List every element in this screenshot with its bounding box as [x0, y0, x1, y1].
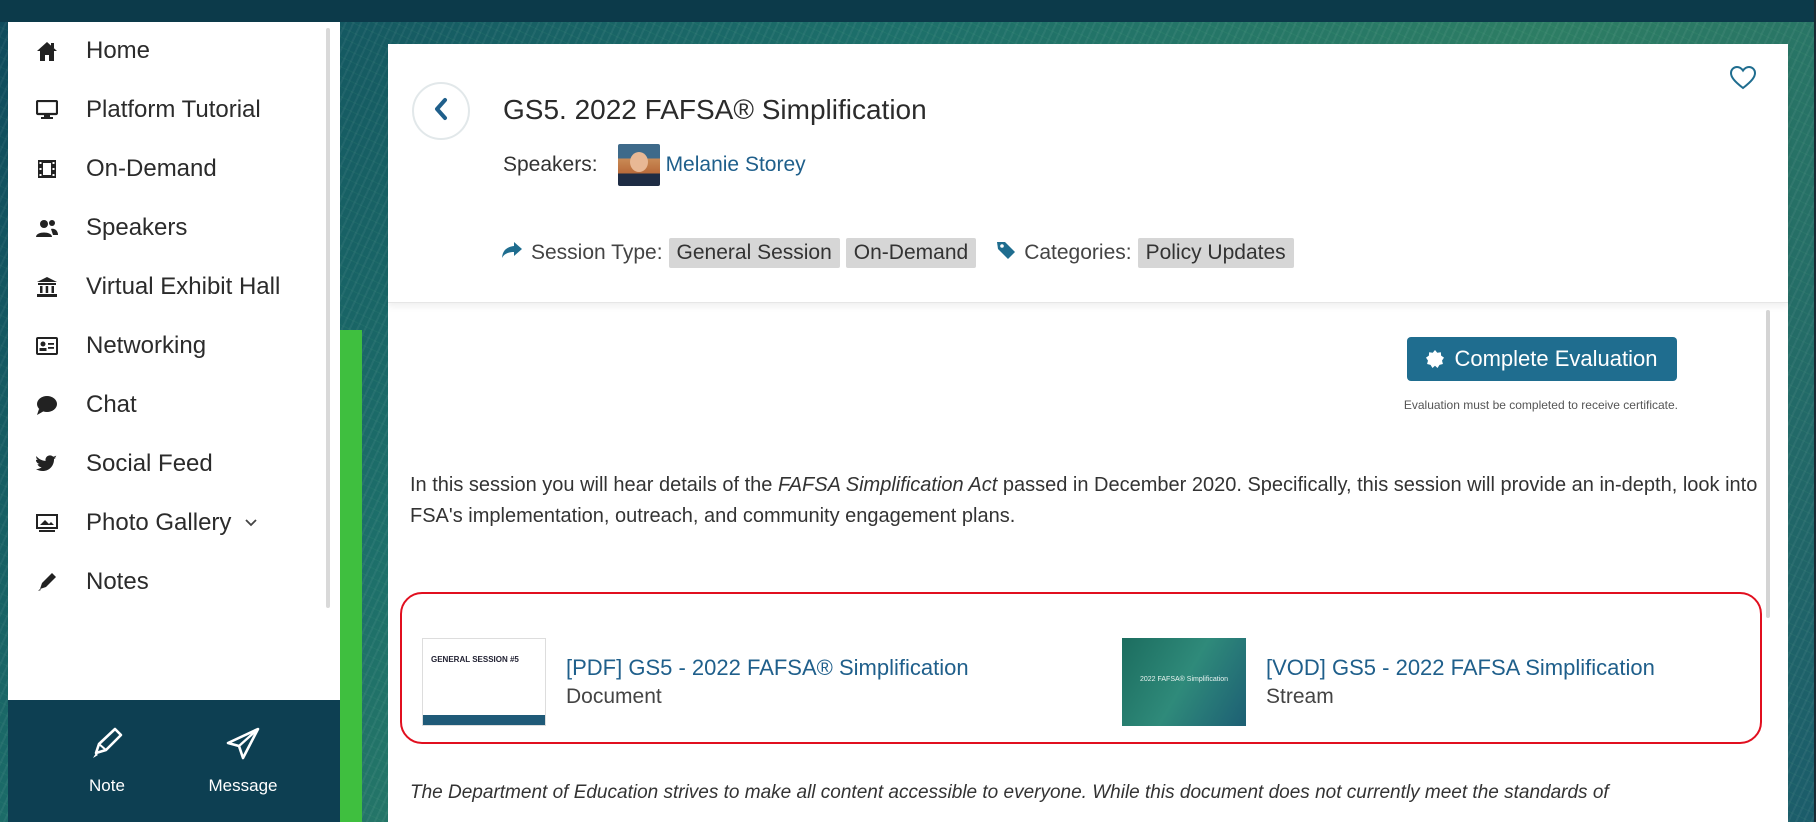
badge-seal-icon: [1426, 350, 1445, 368]
video-thumbnail: 2022 FAFSA® Simplification: [1122, 638, 1246, 726]
pdf-thumbnail: GENERAL SESSION #5: [422, 638, 546, 726]
sidebar-quick-actions: Note Message: [8, 700, 340, 822]
sidebar-item-label: Virtual Exhibit Hall: [86, 273, 281, 300]
session-header: GS5. 2022 FAFSA® Simplification Speakers…: [388, 44, 1788, 303]
photo-icon: [32, 513, 62, 533]
sidebar-item-label: Speakers: [86, 214, 188, 241]
home-icon: [32, 40, 62, 62]
pdf-thumbnail-text: GENERAL SESSION #5: [431, 655, 519, 664]
monitor-icon: [32, 100, 62, 120]
sidebar-item-on-demand[interactable]: On-Demand: [8, 140, 328, 198]
film-icon: [32, 159, 62, 179]
resource-title[interactable]: [PDF] GS5 - 2022 FAFSA® Simplification: [566, 655, 969, 681]
video-thumbnail-text: 2022 FAFSA® Simplification: [1139, 676, 1229, 683]
sidebar-item-label: Social Feed: [86, 450, 213, 477]
act-name: FAFSA Simplification Act: [777, 474, 998, 496]
sidebar-item-virtual-exhibit-hall[interactable]: Virtual Exhibit Hall: [8, 258, 328, 316]
resource-vod[interactable]: 2022 FAFSA® Simplification [VOD] GS5 - 2…: [1122, 638, 1655, 726]
back-button[interactable]: [412, 82, 470, 140]
sidebar-item-photo-gallery[interactable]: Photo Gallery: [8, 494, 328, 552]
pencil-icon: [32, 572, 62, 592]
sidebar: Home Platform Tutorial On-Demand Speaker…: [8, 22, 340, 822]
note-button[interactable]: Note: [42, 700, 172, 822]
session-card: GS5. 2022 FAFSA® Simplification Speakers…: [388, 44, 1788, 822]
description-text: In this session you will hear details of…: [410, 474, 778, 496]
resource-type: Document: [566, 685, 662, 708]
session-meta: Session Type: General Session On-Demand …: [501, 238, 1294, 268]
share-arrow-icon: [501, 241, 523, 265]
content-scrollbar[interactable]: [1766, 310, 1770, 618]
favorite-heart-icon[interactable]: [1729, 65, 1757, 95]
speaker-avatar[interactable]: [617, 144, 660, 186]
sidebar-item-label: Chat: [86, 391, 137, 418]
sidebar-item-label: On-Demand: [86, 155, 217, 182]
paper-plane-icon: [225, 727, 261, 766]
resource-title[interactable]: [VOD] GS5 - 2022 FAFSA Simplification: [1266, 655, 1655, 681]
sidebar-item-speakers[interactable]: Speakers: [8, 199, 328, 257]
tag-icon: [996, 240, 1016, 266]
sidebar-item-notes[interactable]: Notes: [8, 553, 328, 611]
evaluation-button-label: Complete Evaluation: [1454, 346, 1658, 371]
chevron-left-icon: [433, 97, 449, 126]
sidebar-item-social-feed[interactable]: Social Feed: [8, 435, 328, 493]
top-bar: [0, 0, 1816, 22]
sidebar-item-label: Home: [86, 37, 151, 64]
session-type-tag[interactable]: On-Demand: [845, 238, 977, 268]
bank-icon: [32, 276, 62, 298]
sidebar-item-label: Platform Tutorial: [86, 96, 261, 123]
sidebar-item-home[interactable]: Home: [8, 22, 328, 80]
complete-evaluation-button[interactable]: Complete Evaluation: [1407, 337, 1677, 381]
speakers-label: Speakers:: [503, 153, 598, 176]
session-description: In this session you will hear details of…: [410, 470, 1760, 532]
pencil-icon: [90, 727, 124, 766]
speaker-link[interactable]: Melanie Storey: [666, 153, 806, 177]
session-type-tag[interactable]: General Session: [668, 238, 840, 268]
twitter-icon: [32, 455, 62, 473]
sidebar-item-label: Photo Gallery: [86, 509, 232, 536]
session-type-label: Session Type:: [531, 241, 663, 264]
category-tag[interactable]: Policy Updates: [1137, 238, 1294, 268]
sidebar-item-label: Networking: [86, 332, 207, 359]
disclaimer-text: The Department of Education strives to m…: [410, 782, 1609, 803]
sidebar-item-label: Notes: [86, 568, 149, 595]
message-button[interactable]: Message: [178, 700, 308, 822]
message-label: Message: [208, 775, 278, 795]
users-icon: [32, 218, 62, 238]
session-title: GS5. 2022 FAFSA® Simplification: [503, 94, 927, 125]
speakers-row: Speakers: Melanie Storey: [503, 144, 806, 186]
sidebar-item-platform-tutorial[interactable]: Platform Tutorial: [8, 81, 328, 139]
accessibility-disclaimer: The Department of Education strives to m…: [410, 782, 1770, 804]
resource-pdf[interactable]: GENERAL SESSION #5 [PDF] GS5 - 2022 FAFS…: [422, 638, 969, 726]
chevron-down-icon[interactable]: [245, 514, 258, 532]
sidebar-item-networking[interactable]: Networking: [8, 317, 328, 375]
sidebar-item-chat[interactable]: Chat: [8, 376, 328, 434]
resource-type: Stream: [1266, 685, 1334, 708]
note-label: Note: [89, 775, 125, 795]
resources-highlight: GENERAL SESSION #5 [PDF] GS5 - 2022 FAFS…: [400, 592, 1762, 744]
evaluation-note: Evaluation must be completed to receive …: [1403, 398, 1678, 412]
categories-label: Categories:: [1024, 241, 1132, 264]
chat-bubble-icon: [32, 395, 62, 415]
id-card-icon: [32, 337, 62, 355]
accent-stripe: [340, 330, 362, 822]
